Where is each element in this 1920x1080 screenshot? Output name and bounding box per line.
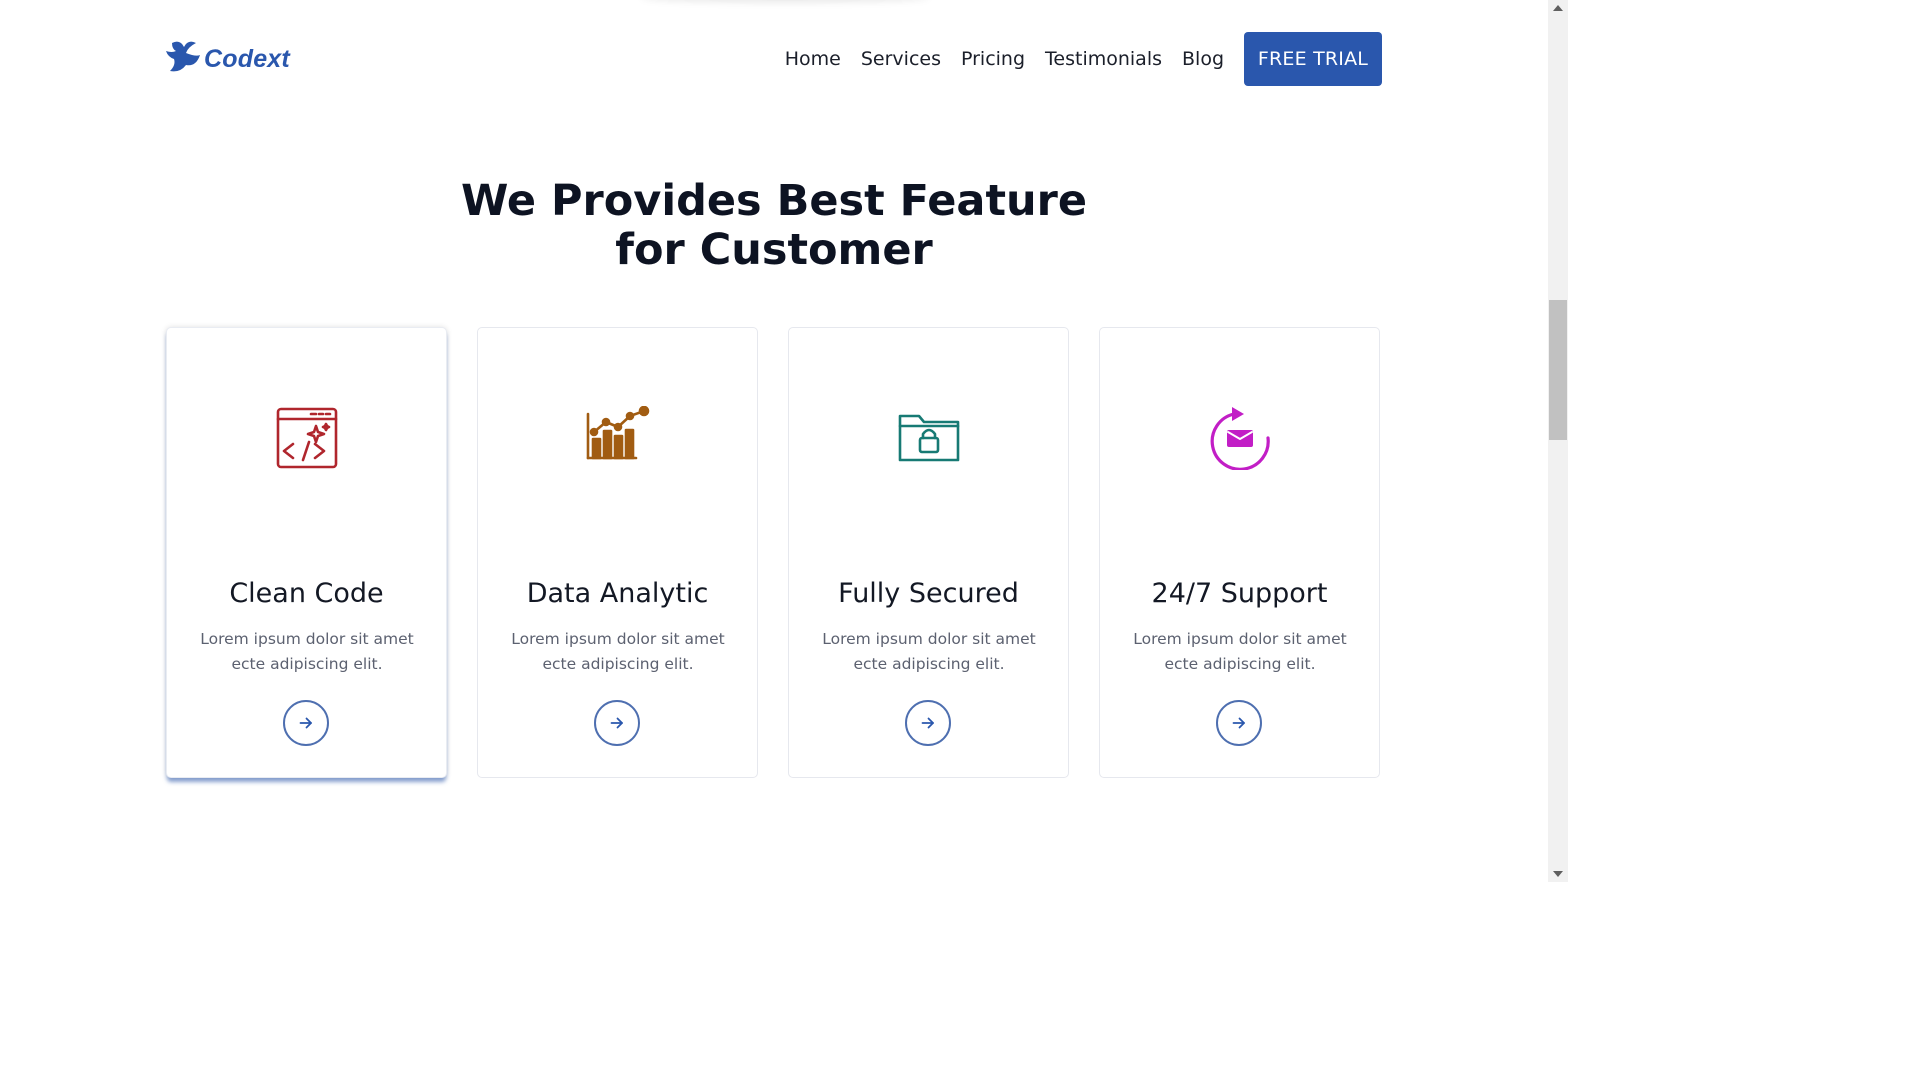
brand-logo[interactable]: Codext (166, 37, 290, 81)
locked-folder-icon (898, 414, 960, 462)
arrow-right-icon (299, 717, 312, 729)
logo-icon (166, 41, 200, 72)
feature-desc-line-1: Lorem ipsum dolor sit amet (1133, 630, 1347, 648)
scroll-up-arrow-icon[interactable] (1553, 5, 1563, 11)
feature-description: Lorem ipsum dolor sit amet ecte adipisci… (1120, 627, 1360, 677)
scrollbar-thumb[interactable] (1549, 300, 1567, 440)
feature-card-clean-code[interactable]: Clean Code Lorem ipsum dolor sit amet ec… (166, 327, 447, 778)
feature-description: Lorem ipsum dolor sit amet ecte adipisci… (498, 627, 738, 677)
bar-chart-icon (586, 406, 650, 460)
feature-desc-line-2: ecte adipiscing elit. (231, 655, 383, 673)
feature-description: Lorem ipsum dolor sit amet ecte adipisci… (187, 627, 427, 677)
nav-blog[interactable]: Blog (1182, 48, 1224, 70)
arrow-right-icon (921, 717, 934, 729)
feature-desc-line-2: ecte adipiscing elit. (1164, 655, 1316, 673)
feature-desc-line-1: Lorem ipsum dolor sit amet (200, 630, 414, 648)
feature-card-data-analytic[interactable]: Data Analytic Lorem ipsum dolor sit amet… (477, 327, 758, 778)
section-title: We Provides Best Feature for Customer (0, 175, 1548, 275)
brand-name: Codext (204, 44, 290, 73)
feature-title: Clean Code (229, 578, 384, 609)
feature-title: Fully Secured (838, 578, 1019, 609)
feature-arrow-button[interactable] (1216, 700, 1262, 746)
feature-title: Data Analytic (526, 578, 709, 609)
free-trial-button[interactable]: FREE TRIAL (1244, 32, 1382, 86)
vertical-scrollbar[interactable] (1548, 0, 1568, 882)
feature-arrow-button[interactable] (283, 700, 329, 746)
feature-desc-line-1: Lorem ipsum dolor sit amet (822, 630, 1036, 648)
mail-refresh-icon (1210, 407, 1270, 470)
nav-home[interactable]: Home (785, 48, 841, 70)
nav-pricing[interactable]: Pricing (961, 48, 1025, 70)
feature-card-fully-secured[interactable]: Fully Secured Lorem ipsum dolor sit amet… (788, 327, 1069, 778)
feature-desc-line-2: ecte adipiscing elit. (542, 655, 694, 673)
feature-card-support[interactable]: 24/7 Support Lorem ipsum dolor sit amet … (1099, 327, 1380, 778)
code-window-icon (276, 407, 338, 469)
feature-desc-line-2: ecte adipiscing elit. (853, 655, 1005, 673)
nav-services[interactable]: Services (861, 48, 941, 70)
feature-arrow-button[interactable] (594, 700, 640, 746)
scroll-down-arrow-icon[interactable] (1553, 871, 1563, 877)
section-title-line-2: for Customer (615, 224, 933, 275)
arrow-right-icon (610, 717, 623, 729)
section-title-line-1: We Provides Best Feature (461, 175, 1087, 226)
navbar: Codext Home Services Pricing Testimonial… (166, 31, 1382, 87)
feature-title: 24/7 Support (1151, 578, 1328, 609)
feature-cards: Clean Code Lorem ipsum dolor sit amet ec… (166, 327, 1410, 778)
feature-arrow-button[interactable] (905, 700, 951, 746)
nav-testimonials[interactable]: Testimonials (1045, 48, 1162, 70)
feature-desc-line-1: Lorem ipsum dolor sit amet (511, 630, 725, 648)
main-menu: Home Services Pricing Testimonials Blog … (785, 31, 1382, 87)
arrow-right-icon (1232, 717, 1245, 729)
feature-description: Lorem ipsum dolor sit amet ecte adipisci… (809, 627, 1049, 677)
